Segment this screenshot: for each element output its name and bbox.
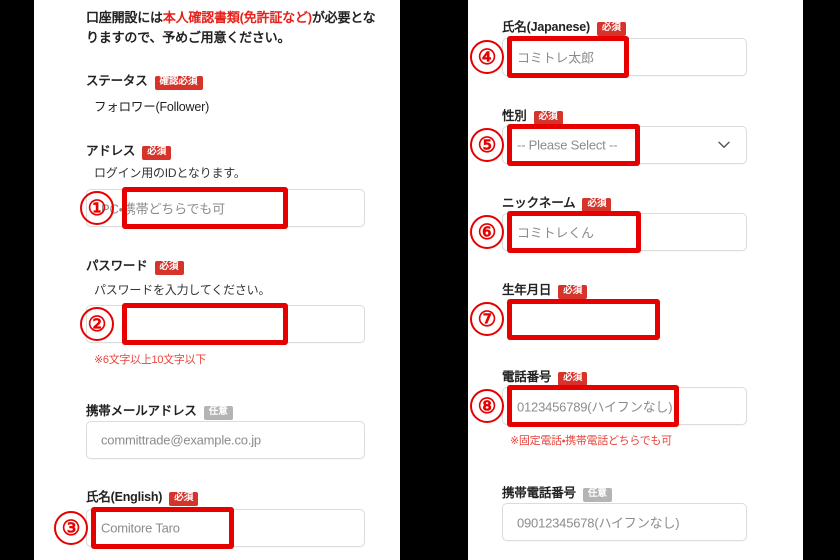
label-text: 携帯メールアドレス	[86, 404, 197, 418]
password-input[interactable]	[86, 305, 365, 343]
badge-required: 必須	[142, 146, 172, 160]
marker-7: ⑦	[470, 302, 504, 336]
field-name-japanese-label: 氏名(Japanese) 必須	[502, 16, 626, 36]
label-text: 電話番号	[502, 370, 552, 384]
phone-input-placeholder: 0123456789(ハイフンなし)	[517, 399, 673, 415]
field-status-label: ステータス 確認必須	[86, 70, 203, 90]
screenshot-canvas: 口座開設には本人確認書類(免許証など)が必要となりますので、予めご用意ください。…	[0, 0, 840, 560]
marker-1: ①	[80, 191, 114, 225]
field-phone-label: 電話番号 必須	[502, 366, 588, 386]
mobile-email-input-placeholder: committrade@example.co.jp	[101, 432, 261, 448]
badge-required: 必須	[169, 492, 199, 506]
badge-required: 必須	[154, 261, 184, 275]
field-birthday-label: 生年月日 必須	[502, 279, 588, 299]
label-text: 携帯電話番号	[502, 486, 576, 500]
field-address-helper: ログイン用のIDとなります。	[94, 166, 246, 180]
left-form-panel: 口座開設には本人確認書類(免許証など)が必要となりますので、予めご用意ください。…	[34, 0, 400, 560]
gender-select-value: -- Please Select --	[517, 137, 618, 153]
label-text: 氏名(Japanese)	[502, 20, 590, 34]
field-password-label: パスワード 必須	[86, 255, 184, 275]
field-mobile-email-label: 携帯メールアドレス 任意	[86, 400, 233, 420]
field-password-note: ※6文字以上10文字以下	[94, 354, 206, 366]
field-password-helper: パスワードを入力してください。	[94, 283, 271, 297]
nickname-input[interactable]: コミトレくん	[502, 213, 747, 251]
mobile-email-input[interactable]: committrade@example.co.jp	[86, 421, 365, 459]
label-text: ステータス	[86, 74, 148, 88]
phone-input[interactable]: 0123456789(ハイフンなし)	[502, 387, 747, 425]
marker-3: ③	[54, 511, 88, 545]
gender-select[interactable]: -- Please Select --	[502, 126, 747, 164]
field-phone-note: ※固定電話・携帯電話どちらでも可	[510, 435, 672, 447]
intro-text-before: 口座開設には	[86, 10, 163, 25]
marker-2: ②	[80, 307, 114, 341]
field-gender-label: 性別 必須	[502, 105, 563, 125]
mobile-phone-input[interactable]: 09012345678(ハイフンなし)	[502, 503, 747, 541]
name-japanese-input[interactable]: コミトレ太郎	[502, 38, 747, 76]
marker-6: ⑥	[470, 215, 504, 249]
badge-required: 必須	[558, 285, 588, 299]
address-input-placeholder: PC・携帯どちらでも可	[101, 201, 225, 217]
badge-required: 必須	[533, 111, 563, 125]
mobile-phone-input-placeholder: 09012345678(ハイフンなし)	[517, 515, 680, 531]
nickname-input-placeholder: コミトレくん	[517, 225, 594, 241]
address-input[interactable]: PC・携帯どちらでも可	[86, 189, 365, 227]
marker-4: ④	[470, 40, 504, 74]
label-text: 性別	[502, 109, 527, 123]
badge-required: 必須	[582, 198, 612, 212]
label-text: アドレス	[86, 144, 136, 158]
field-address-label: アドレス 必須	[86, 140, 172, 160]
marker-5: ⑤	[470, 128, 504, 162]
name-english-input-placeholder: Comitore Taro	[101, 520, 180, 536]
badge-required: 必須	[558, 372, 588, 386]
name-japanese-input-placeholder: コミトレ太郎	[517, 50, 594, 66]
intro-text: 口座開設には本人確認書類(免許証など)が必要となりますので、予めご用意ください。	[86, 8, 376, 48]
right-form-panel: 氏名(Japanese) 必須 コミトレ太郎 ④ 性別 必須 -- Please S…	[468, 0, 803, 560]
label-text: ニックネーム	[502, 196, 576, 210]
marker-8: ⑧	[470, 389, 504, 423]
field-nickname-label: ニックネーム 必須	[502, 192, 612, 212]
label-text: パスワード	[86, 259, 148, 273]
chevron-down-icon	[717, 137, 730, 150]
badge-optional: 任意	[582, 488, 612, 502]
intro-text-highlight: 本人確認書類(免許証など)	[162, 10, 312, 25]
badge-required-confirm: 確認必須	[154, 76, 203, 90]
field-status-value: フォロワー(Follower)	[94, 100, 210, 114]
name-english-input[interactable]: Comitore Taro	[86, 509, 365, 547]
label-text: 氏名(English)	[86, 490, 163, 504]
label-text: 生年月日	[502, 283, 552, 297]
field-name-english-label: 氏名(English) 必須	[86, 486, 199, 506]
badge-optional: 任意	[203, 406, 233, 420]
badge-required: 必須	[596, 22, 626, 36]
birthday-input[interactable]	[502, 301, 747, 339]
field-mobile-phone-label: 携帯電話番号 任意	[502, 482, 612, 502]
